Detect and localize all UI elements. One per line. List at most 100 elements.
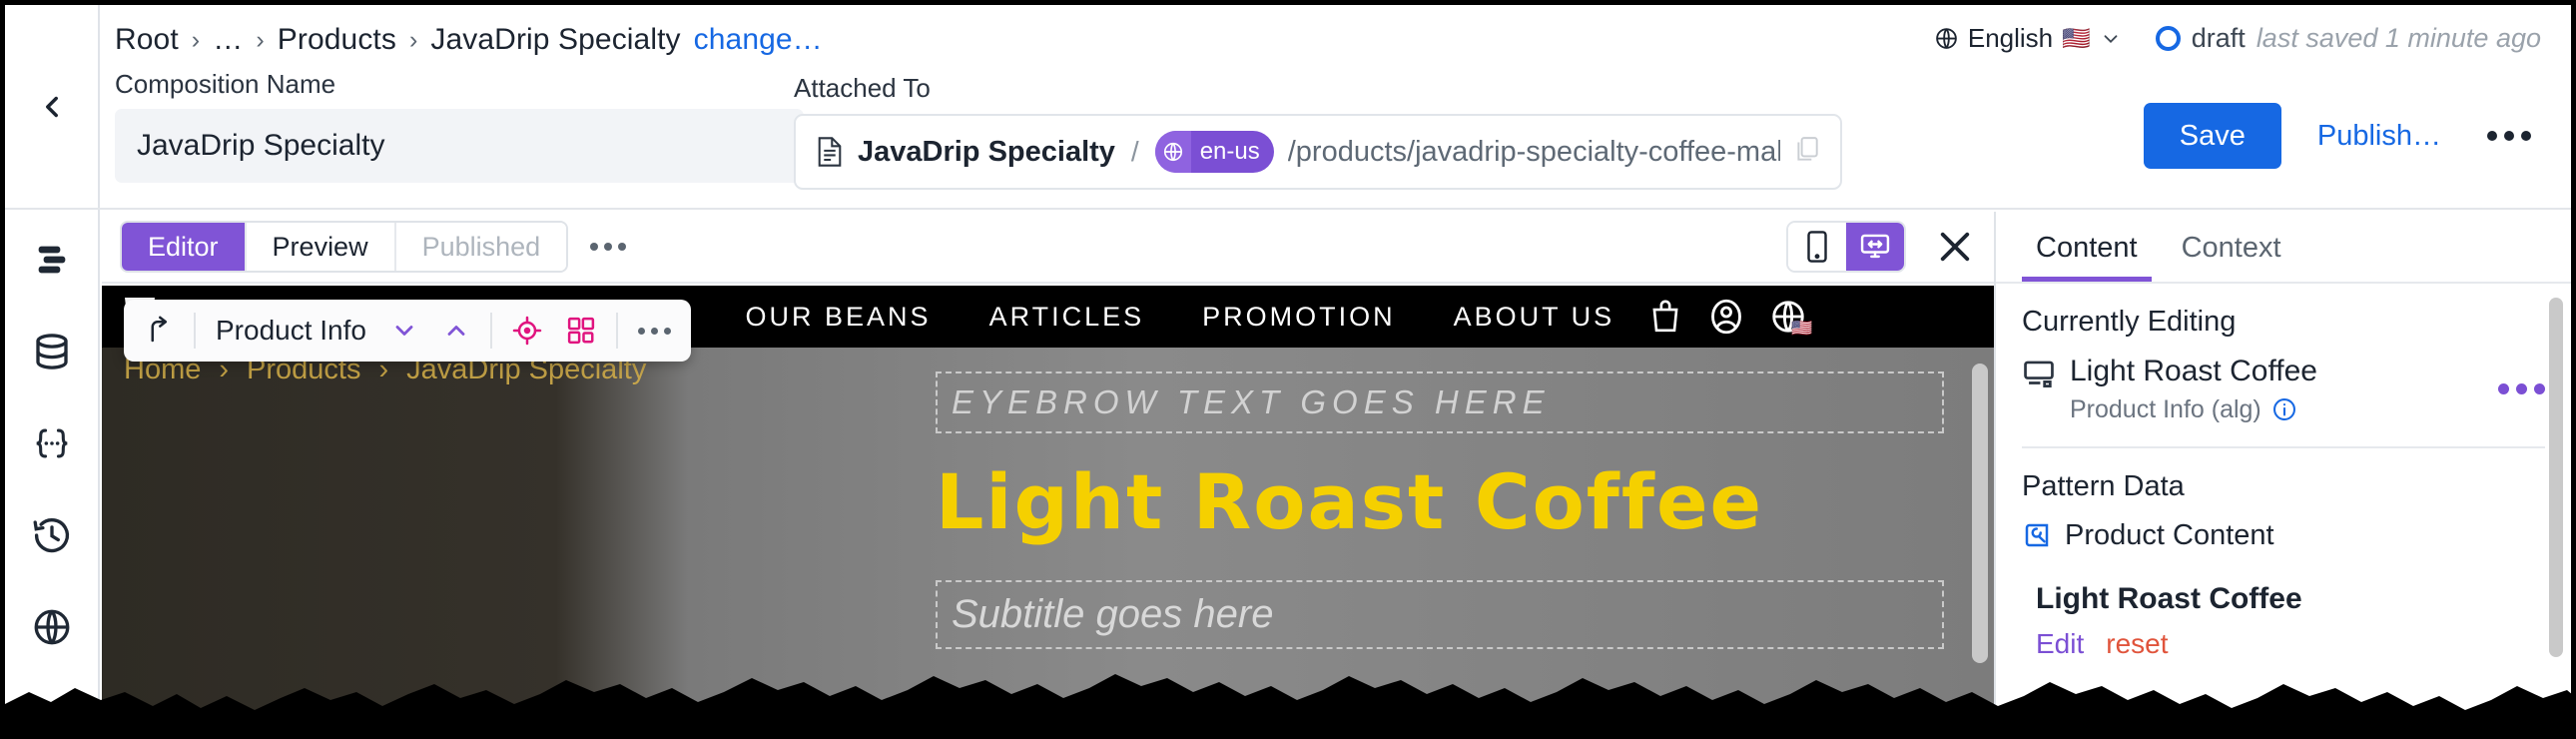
account-icon[interactable] [1708,299,1744,335]
save-button[interactable]: Save [2143,103,2281,169]
currently-editing-meta: Product Info (alg) [2070,395,2484,424]
tab-editor[interactable]: Editor [122,223,247,271]
copy-icon[interactable] [1794,136,1820,169]
pattern-data-source: Product Content [2065,518,2274,551]
hero-title[interactable]: Light Roast Coffee [936,457,1944,546]
currently-editing-row[interactable]: Light Roast Coffee Product Info (alg) [2022,355,2545,424]
nav-link-about-us[interactable]: ABOUT US [1454,302,1615,333]
attached-to-box[interactable]: JavaDrip Specialty / en-us /products/jav… [794,114,1842,190]
currently-editing-name: Light Roast Coffee [2070,355,2317,387]
component-icon [2024,361,2054,387]
breadcrumb-separator: › [408,25,418,54]
pattern-data-title: Pattern Data [2022,469,2185,502]
currently-editing-more-icon[interactable] [2498,383,2545,395]
right-panel-scrollbar[interactable] [2549,298,2563,657]
preview-canvas: JD JavaDrip MACHINES OUR BEANS ARTICLES … [102,286,1994,734]
move-up-icon[interactable] [140,312,178,350]
target-icon[interactable] [508,312,546,350]
attached-to-block: Attached To JavaDrip Specialty / en-us /… [794,73,1842,190]
element-toolbar-more-icon[interactable] [634,324,675,339]
tab-published[interactable]: Published [395,223,567,271]
hero-eyebrow: EYEBROW TEXT GOES HERE [952,383,1551,420]
breadcrumb: Root › … › Products › JavaDrip Specialty… [115,23,823,57]
breadcrumb-item-ellipsis[interactable]: … [213,23,243,57]
globe-icon [1154,131,1191,173]
layers-icon [38,246,65,274]
status-state: draft [2191,23,2246,53]
right-panel-tabs: Content Context [1996,212,2571,284]
app-window: Root › … › Products › JavaDrip Specialty… [0,0,2576,739]
code-braces-icon [35,428,68,458]
subtitle-placeholder[interactable]: Subtitle goes here [936,580,1944,649]
chevron-down-icon[interactable] [386,313,422,349]
kebab-horizontal-icon[interactable] [2477,121,2541,151]
attached-to-label: Attached To [794,73,931,103]
pattern-data-card: Light Roast Coffee Edit reset [2022,561,2545,660]
sidebar-item-history[interactable] [24,507,80,563]
composition-name-input[interactable] [115,109,804,183]
components-icon[interactable] [562,312,600,350]
sidebar-item-data[interactable] [24,324,80,379]
editor-view-tabs: Editor Preview Published [120,221,569,273]
breadcrumb-item-current: JavaDrip Specialty [430,23,681,56]
sidebar-item-code[interactable] [24,415,80,471]
query-icon [2025,523,2049,547]
editor-tabs-bar: Editor Preview Published [102,212,1994,284]
info-icon[interactable] [2271,396,2297,422]
attached-to-title: JavaDrip Specialty [858,135,1115,168]
publish-button[interactable]: Publish… [2311,120,2447,153]
toolbar-divider [489,313,492,349]
chevron-up-icon[interactable] [438,313,474,349]
tab-content[interactable]: Content [2022,232,2152,282]
document-icon [818,137,842,167]
editor-right-controls [1786,221,1978,273]
database-icon [35,334,68,370]
nav-link-our-beans[interactable]: OUR BEANS [746,302,932,333]
right-panel: Content Context Currently Editing Light … [1994,212,2571,734]
pattern-data-value: Light Roast Coffee [2036,581,2302,615]
left-rail [5,210,100,734]
eyebrow-placeholder[interactable]: EYEBROW TEXT GOES HERE [936,371,1944,433]
url-slash: / [1130,136,1139,167]
desktop-resize-icon[interactable] [1846,223,1904,271]
flag-icon: 🇺🇸 [1790,319,1813,338]
composition-name-field: Composition Name [115,69,804,183]
sidebar-item-locales[interactable] [24,599,80,655]
sidebar-item-layers[interactable] [24,232,80,288]
pattern-data-reset-link[interactable]: reset [2106,628,2168,660]
pattern-data-source-row[interactable]: Product Content [2022,519,2545,552]
hero-section: Home › Products › JavaDrip Specialty EYE… [102,348,1994,734]
editor-tabs-more-icon[interactable] [590,243,627,251]
nav-link-promotion[interactable]: PROMOTION [1202,302,1396,333]
pattern-data-section: Pattern Data Product Content Light Roast… [1996,448,2571,660]
currently-editing-main: Light Roast Coffee Product Info (alg) [2070,355,2484,424]
breadcrumb-change-link[interactable]: change… [694,23,823,57]
locale-chip[interactable]: en-us [1154,131,1274,173]
attached-to-url: /products/javadrip-specialty-coffee-make… [1287,135,1780,168]
device-toggle [1786,221,1906,273]
currently-editing-title: Currently Editing [2022,306,2237,338]
editor-pane: Editor Preview Published OUR BEANS ARTIC… [102,212,1994,734]
toolbar-divider [194,313,196,349]
top-actions: Save Publish… [2143,103,2541,169]
currently-editing-meta-text: Product Info (alg) [2070,394,2261,423]
tab-preview[interactable]: Preview [246,223,396,271]
mobile-icon[interactable] [1788,223,1846,271]
chevron-left-icon [45,96,58,117]
tab-context[interactable]: Context [2168,232,2295,282]
close-icon[interactable] [1932,224,1978,270]
status-badge: draft last saved 1 minute ago [2155,23,2541,54]
element-toolbar: Product Info [124,300,691,362]
element-toolbar-label: Product Info [216,315,366,346]
canvas-scrollbar[interactable] [1972,364,1988,663]
back-button[interactable] [5,5,100,208]
language-selector[interactable]: English 🇺🇸 [1934,23,2122,54]
breadcrumb-item-root[interactable]: Root [115,23,179,57]
breadcrumb-item-products[interactable]: Products [278,23,396,57]
shopping-bag-icon[interactable] [1648,299,1682,335]
nav-link-articles[interactable]: ARTICLES [989,302,1145,333]
language-label: English [1967,23,2054,53]
pattern-data-edit-link[interactable]: Edit [2036,628,2084,660]
site-nav-icons: 🇺🇸 [1648,299,1812,338]
top-bar: Root › … › Products › JavaDrip Specialty… [5,5,2571,210]
